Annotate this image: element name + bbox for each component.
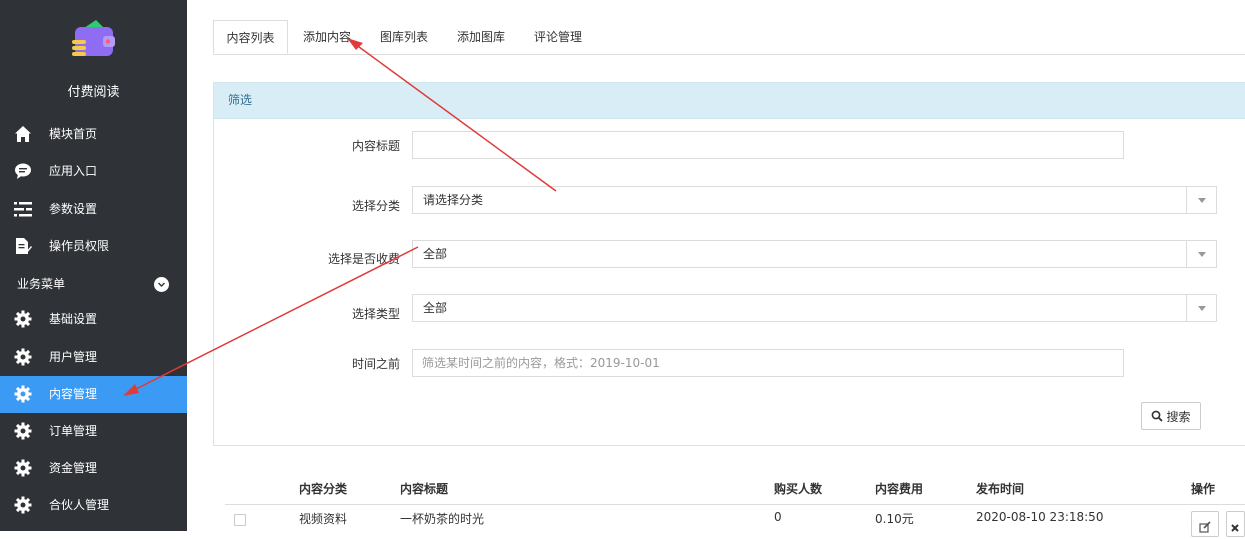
column-header-title: 内容标题 bbox=[400, 482, 449, 496]
chevron-down-icon[interactable] bbox=[1186, 295, 1216, 321]
sidebar-item-label: 操作员权限 bbox=[49, 239, 110, 253]
sidebar-item-label: 参数设置 bbox=[49, 202, 98, 216]
type-label: 选择类型 bbox=[351, 307, 400, 321]
sidebar-item-order-management[interactable]: 订单管理 bbox=[0, 413, 187, 450]
filter-panel-header: 筛选 bbox=[214, 83, 1245, 119]
sidebar-item-label: 模块首页 bbox=[49, 127, 98, 141]
chevron-down-icon[interactable] bbox=[1186, 241, 1216, 267]
before-time-input[interactable] bbox=[412, 349, 1124, 377]
sidebar-item-funds-management[interactable]: 资金管理 bbox=[0, 450, 187, 487]
column-header-actions: 操作 bbox=[1191, 482, 1216, 496]
search-button[interactable]: 搜索 bbox=[1141, 402, 1201, 430]
fee-select-value: 全部 bbox=[423, 247, 448, 261]
gear-icon bbox=[14, 459, 32, 477]
category-select-value: 请选择分类 bbox=[423, 193, 484, 207]
cell-title: 一杯奶茶的时光 bbox=[400, 512, 485, 526]
column-header-buyers: 购买人数 bbox=[774, 482, 823, 496]
tab-bar: 内容列表 添加内容 图库列表 添加图库 评论管理 bbox=[213, 20, 1245, 55]
app-name: 付费阅读 bbox=[67, 85, 120, 100]
sidebar-item-label: 订单管理 bbox=[49, 424, 98, 438]
chat-bubble-icon bbox=[14, 162, 32, 180]
column-header-published: 发布时间 bbox=[976, 482, 1025, 496]
cell-published: 2020-08-10 23:18:50 bbox=[976, 510, 1104, 524]
type-select[interactable]: 全部 bbox=[412, 294, 1217, 322]
sidebar-item-label: 合伙人管理 bbox=[49, 498, 110, 512]
tab-gallery-list[interactable]: 图库列表 bbox=[372, 20, 436, 54]
cell-category: 视频资料 bbox=[299, 512, 348, 526]
cell-fee: 0.10元 bbox=[875, 512, 914, 526]
sidebar-item-content-management[interactable]: 内容管理 bbox=[0, 376, 187, 413]
tab-comment-management[interactable]: 评论管理 bbox=[526, 20, 590, 54]
main-content: 内容列表 添加内容 图库列表 添加图库 评论管理 筛选 内容标题 选择分类 请选… bbox=[187, 0, 1245, 537]
gear-icon bbox=[14, 422, 32, 440]
gear-icon bbox=[14, 496, 32, 514]
sidebar-item-label: 基础设置 bbox=[49, 312, 98, 326]
chevron-down-icon[interactable] bbox=[154, 277, 169, 292]
category-select[interactable]: 请选择分类 bbox=[412, 186, 1217, 214]
column-header-fee: 内容费用 bbox=[875, 482, 924, 496]
business-menu-section[interactable]: 业务菜单 bbox=[0, 266, 187, 303]
title-label: 内容标题 bbox=[351, 139, 400, 153]
table-row: 视频资料 一杯奶茶的时光 0 0.10元 2020-08-10 23:18:50 bbox=[225, 505, 1245, 537]
column-header-category: 内容分类 bbox=[299, 482, 348, 496]
fee-label: 选择是否收费 bbox=[327, 252, 400, 266]
edit-icon bbox=[1199, 521, 1211, 533]
sidebar-item-user-management[interactable]: 用户管理 bbox=[0, 339, 187, 376]
sidebar-item-operator-permissions[interactable]: 操作员权限 bbox=[0, 228, 187, 265]
home-icon bbox=[14, 125, 32, 143]
before-time-label: 时间之前 bbox=[351, 357, 400, 371]
sidebar-item-label: 资金管理 bbox=[49, 461, 98, 475]
fee-select[interactable]: 全部 bbox=[412, 240, 1217, 268]
section-title: 业务菜单 bbox=[17, 277, 66, 291]
tab-add-content[interactable]: 添加内容 bbox=[295, 20, 359, 54]
document-edit-icon bbox=[14, 237, 32, 255]
tab-content-list[interactable]: 内容列表 bbox=[213, 20, 288, 54]
cell-buyers: 0 bbox=[774, 510, 782, 524]
sliders-icon bbox=[14, 200, 32, 218]
table-header: 内容分类 内容标题 购买人数 内容费用 发布时间 操作 bbox=[225, 478, 1245, 505]
sidebar-item-params[interactable]: 参数设置 bbox=[0, 191, 187, 228]
filter-panel-title: 筛选 bbox=[228, 93, 253, 107]
type-select-value: 全部 bbox=[423, 301, 448, 315]
title-input[interactable] bbox=[412, 131, 1124, 159]
sidebar-item-label: 内容管理 bbox=[49, 387, 98, 401]
filter-panel: 筛选 内容标题 选择分类 请选择分类 选择是否收费 全部 选择类型 全部 时间之… bbox=[213, 82, 1245, 446]
tab-add-gallery[interactable]: 添加图库 bbox=[449, 20, 513, 54]
gear-icon bbox=[14, 385, 32, 403]
wallet-logo-icon bbox=[70, 18, 118, 60]
row-checkbox[interactable] bbox=[234, 514, 246, 526]
sidebar-item-label: 用户管理 bbox=[49, 350, 98, 364]
close-icon bbox=[1231, 524, 1239, 532]
gear-icon bbox=[14, 310, 32, 328]
category-label: 选择分类 bbox=[351, 199, 400, 213]
sidebar-item-label: 应用入口 bbox=[49, 164, 98, 178]
sidebar-item-basic-settings[interactable]: 基础设置 bbox=[0, 301, 187, 338]
sidebar-item-partner-management[interactable]: 合伙人管理 bbox=[0, 487, 187, 524]
sidebar-item-app-entry[interactable]: 应用入口 bbox=[0, 153, 187, 190]
sidebar: 付费阅读 模块首页 应用入口 参数设置 操作员权限 业务菜单 基础设置 用户管理… bbox=[0, 0, 187, 531]
edit-button[interactable] bbox=[1191, 511, 1219, 537]
chevron-down-icon[interactable] bbox=[1186, 187, 1216, 213]
sidebar-item-module-home[interactable]: 模块首页 bbox=[0, 116, 187, 153]
search-button-label: 搜索 bbox=[1166, 409, 1191, 424]
search-icon bbox=[1152, 410, 1164, 422]
gear-icon bbox=[14, 348, 32, 366]
delete-button[interactable] bbox=[1226, 511, 1245, 537]
